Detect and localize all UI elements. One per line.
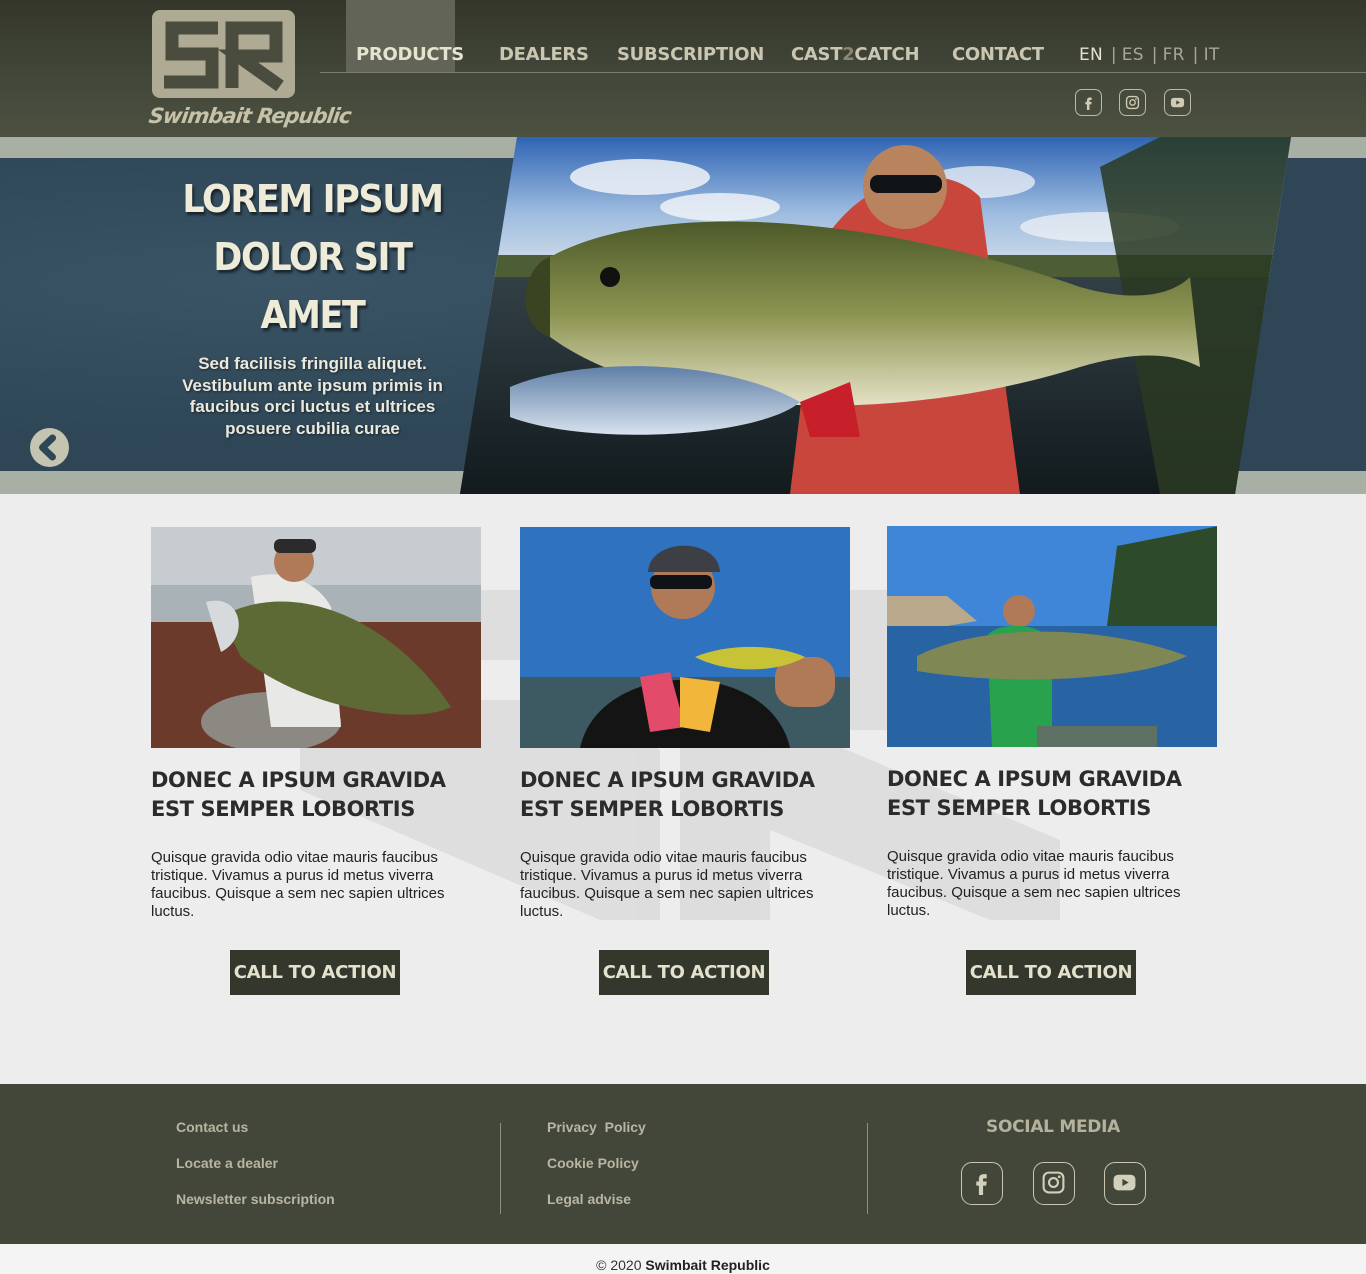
footer-social-title: SOCIAL MEDIA — [986, 1117, 1120, 1137]
facebook-icon — [976, 1174, 987, 1195]
nav-item-cast2catch[interactable]: CAST2CATCH — [791, 44, 920, 65]
footer-link-legal-advise[interactable]: Legal advise — [547, 1191, 631, 1207]
footer-link-contact-us[interactable]: Contact us — [176, 1119, 248, 1135]
copyright-year: © 2020 — [596, 1257, 642, 1273]
language-switcher: EN | ES | FR | IT — [1079, 45, 1222, 65]
footer-instagram-link[interactable] — [1033, 1162, 1075, 1205]
card-photo-bass-shore — [151, 527, 481, 748]
lang-es[interactable]: ES — [1122, 45, 1144, 65]
instagram-icon — [1042, 1171, 1065, 1194]
footer-link-privacy-policy[interactable]: Privacy Policy — [547, 1119, 646, 1135]
nav-two-text: 2 — [842, 44, 855, 65]
footer-link-cookie-policy[interactable]: Cookie Policy — [547, 1155, 639, 1171]
header-youtube-link[interactable] — [1164, 89, 1191, 116]
call-to-action-button[interactable]: CALL TO ACTION — [966, 950, 1136, 995]
card-text: Quisque gravida odio vitae mauris faucib… — [520, 849, 814, 920]
lang-separator: | — [1192, 45, 1199, 65]
instagram-icon — [1125, 95, 1140, 110]
card-text: Quisque gravida odio vitae mauris faucib… — [151, 849, 445, 920]
nav-catch-text: CATCH — [854, 44, 920, 65]
hero-subtitle: Sed facilisis fringilla aliquet. Vestibu… — [160, 353, 465, 439]
footer-youtube-link[interactable] — [1104, 1162, 1146, 1205]
hero-photo-angler-bass — [460, 137, 1291, 494]
header-facebook-link[interactable] — [1075, 89, 1102, 116]
hero-title-line: DOLOR SIT — [213, 235, 413, 279]
lang-separator: | — [1151, 45, 1158, 65]
lang-it[interactable]: IT — [1204, 45, 1220, 65]
lang-fr[interactable]: FR — [1163, 45, 1185, 65]
nav-item-products[interactable]: PRODUCTS — [356, 44, 464, 65]
nav-item-subscription[interactable]: SUBSCRIPTION — [617, 44, 764, 65]
nav-item-dealers[interactable]: DEALERS — [499, 44, 589, 65]
brand-logo[interactable] — [152, 10, 295, 98]
header-instagram-link[interactable] — [1119, 89, 1146, 116]
nav-divider — [320, 72, 1366, 73]
call-to-action-button[interactable]: CALL TO ACTION — [230, 950, 400, 995]
card-title: DONEC A IPSUM GRAVIDA EST SEMPER LOBORTI… — [887, 767, 1182, 820]
card-title: DONEC A IPSUM GRAVIDA EST SEMPER LOBORTI… — [520, 768, 815, 821]
hero-subtitle-line: faucibus orci luctus et ultrices — [189, 397, 436, 416]
hero-title: LOREM IPSUM DOLOR SIT AMET — [172, 170, 453, 344]
feature-card: DONEC A IPSUM GRAVIDA EST SEMPER LOBORTI… — [520, 527, 852, 921]
feature-card: DONEC A IPSUM GRAVIDA EST SEMPER LOBORTI… — [887, 526, 1219, 920]
footer-divider — [867, 1123, 868, 1214]
hero-title-line: AMET — [260, 293, 365, 337]
feature-card: DONEC A IPSUM GRAVIDA EST SEMPER LOBORTI… — [151, 527, 483, 921]
footer-link-locate-dealer[interactable]: Locate a dealer — [176, 1155, 278, 1171]
card-title: DONEC A IPSUM GRAVIDA EST SEMPER LOBORTI… — [151, 768, 446, 821]
brand-wordmark[interactable]: Swimbait Republic — [147, 104, 352, 128]
site-header: Swimbait Republic PRODUCTS DEALERS SUBSC… — [0, 0, 1366, 137]
hero-subtitle-line: posuere cubilia curae — [225, 418, 400, 438]
hero-prev-button[interactable] — [30, 428, 69, 467]
footer-link-newsletter[interactable]: Newsletter subscription — [176, 1191, 335, 1207]
youtube-icon — [1113, 1174, 1136, 1191]
chevron-left-icon — [39, 434, 56, 461]
copyright-bar: © 2020 Swimbait Republic — [0, 1244, 1366, 1274]
hero-subtitle-line: Sed facilisis fringilla aliquet. — [198, 354, 427, 373]
lang-en[interactable]: EN — [1079, 45, 1103, 65]
hero-subtitle-line: Vestibulum ante ipsum primis in — [182, 375, 443, 395]
copyright-brand: Swimbait Republic — [645, 1257, 770, 1273]
call-to-action-button[interactable]: CALL TO ACTION — [599, 950, 769, 995]
footer-divider — [500, 1123, 501, 1214]
nav-cast-text: CAST — [791, 44, 843, 65]
footer-facebook-link[interactable] — [961, 1162, 1003, 1205]
lang-separator: | — [1110, 45, 1117, 65]
facebook-icon — [1085, 97, 1092, 110]
card-photo-angler-lure — [520, 527, 850, 748]
nav-item-contact[interactable]: CONTACT — [952, 44, 1044, 65]
card-photo-pike-boat — [887, 526, 1217, 747]
hero-title-line: LOREM IPSUM — [182, 177, 444, 221]
youtube-icon — [1170, 97, 1185, 108]
card-text: Quisque gravida odio vitae mauris faucib… — [887, 848, 1181, 919]
